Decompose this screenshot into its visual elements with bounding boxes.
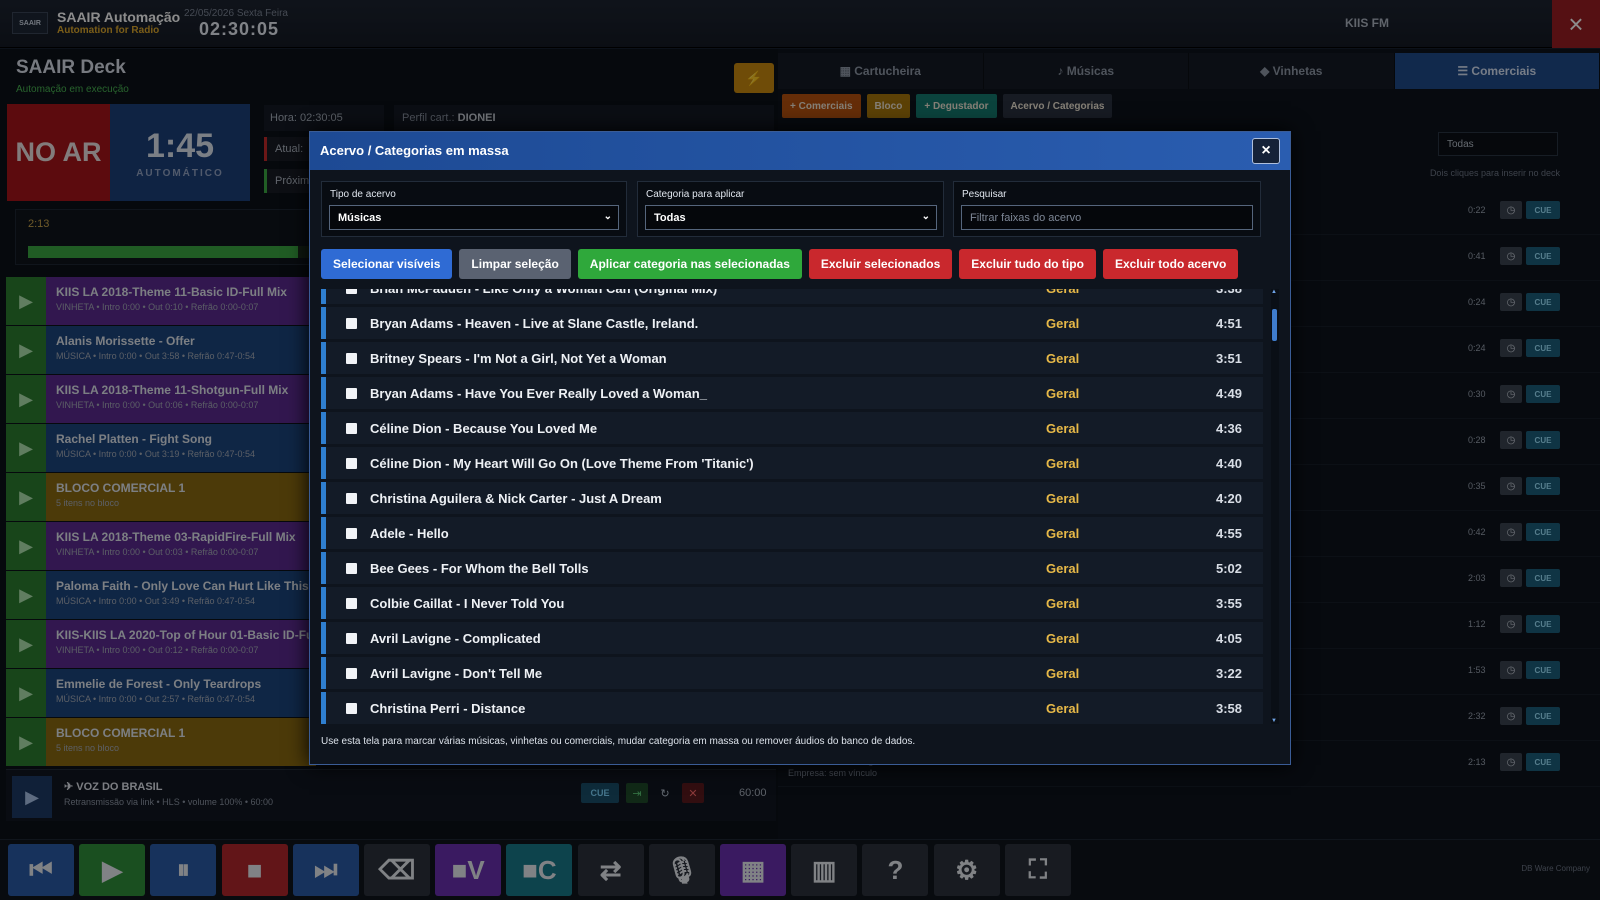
track-checkbox[interactable] [346, 668, 357, 679]
track-duration: 4:40 [1216, 456, 1243, 471]
track-checkbox[interactable] [346, 458, 357, 469]
track-row[interactable]: Bryan Adams - Heaven - Live at Slane Cas… [321, 307, 1263, 339]
track-checkbox[interactable] [346, 353, 357, 364]
track-row[interactable]: Céline Dion - Because You Loved Me Geral 4… [321, 412, 1263, 444]
track-title: Christina Aguilera & Nick Carter - Just … [370, 491, 662, 506]
scroll-down-icon[interactable]: ▼ [1271, 718, 1277, 724]
track-duration: 3:51 [1216, 351, 1243, 366]
tipo-value: Músicas [338, 212, 382, 224]
action-button[interactable]: Aplicar categoria nas selecionadas [577, 249, 802, 279]
action-button[interactable]: Excluir todo acervo [1102, 249, 1239, 279]
scroll-thumb[interactable] [1272, 309, 1277, 341]
chevron-down-icon: ⌄ [603, 211, 612, 222]
scroll-up-icon[interactable]: ▲ [1271, 289, 1277, 295]
track-title: Brian McFadden - Like Only a Woman Can (… [370, 289, 717, 296]
track-category: Geral [1046, 561, 1080, 576]
action-button[interactable]: Excluir tudo do tipo [959, 249, 1096, 279]
track-row[interactable]: Avril Lavigne - Complicated Geral 4:05 [321, 622, 1263, 654]
track-title: Céline Dion - My Heart Will Go On (Love … [370, 456, 754, 471]
track-duration: 4:36 [1216, 421, 1243, 436]
categoria-label: Categoria para aplicar [646, 189, 745, 200]
track-duration: 3:58 [1216, 701, 1243, 716]
track-checkbox[interactable] [346, 493, 357, 504]
track-category: Geral [1046, 421, 1080, 436]
track-row[interactable]: Bee Gees - For Whom the Bell Tolls Geral 5… [321, 552, 1263, 584]
track-category: Geral [1046, 631, 1080, 646]
track-category: Geral [1046, 526, 1080, 541]
tipo-label: Tipo de acervo [330, 189, 396, 200]
track-checkbox[interactable] [346, 563, 357, 574]
modal-overlay: Acervo / Categorias em massa × Tipo de a… [0, 0, 1600, 900]
track-category: Geral [1046, 666, 1080, 681]
track-title: Britney Spears - I'm Not a Girl, Not Yet… [370, 351, 667, 366]
track-title: Bee Gees - For Whom the Bell Tolls [370, 561, 589, 576]
tipo-select[interactable]: Músicas ⌄ [329, 205, 619, 230]
track-row[interactable]: Britney Spears - I'm Not a Girl, Not Yet… [321, 342, 1263, 374]
track-duration: 4:55 [1216, 526, 1243, 541]
track-row[interactable]: Bryan Adams - Have You Ever Really Loved… [321, 377, 1263, 409]
bulk-category-modal: Acervo / Categorias em massa × Tipo de a… [309, 131, 1291, 765]
search-label: Pesquisar [962, 189, 1007, 200]
track-category: Geral [1046, 351, 1080, 366]
track-title: Céline Dion - Because You Loved Me [370, 421, 598, 436]
track-category: Geral [1046, 386, 1080, 401]
action-button[interactable]: Limpar seleção [459, 249, 571, 279]
track-row[interactable]: Adele - Hello Geral 4:55 [321, 517, 1263, 549]
categoria-value: Todas [654, 212, 686, 224]
track-row[interactable]: Christina Aguilera & Nick Carter - Just … [321, 482, 1263, 514]
track-checkbox[interactable] [346, 423, 357, 434]
categoria-field: Categoria para aplicar Todas ⌄ [637, 181, 944, 237]
track-duration: 3:38 [1216, 289, 1242, 296]
track-duration: 4:20 [1216, 491, 1243, 506]
modal-header: Acervo / Categorias em massa × [310, 132, 1290, 170]
tipo-field: Tipo de acervo Músicas ⌄ [321, 181, 627, 237]
track-checkbox[interactable] [346, 528, 357, 539]
track-title: Adele - Hello [370, 526, 449, 541]
track-category: Geral [1046, 456, 1080, 471]
track-category: Geral [1046, 491, 1080, 506]
track-checkbox[interactable] [346, 598, 357, 609]
modal-title: Acervo / Categorias em massa [320, 143, 509, 158]
track-category: Geral [1046, 701, 1080, 716]
track-checkbox[interactable] [346, 388, 357, 399]
search-input[interactable]: Filtrar faixas do acervo [961, 205, 1253, 230]
track-checkbox[interactable] [346, 633, 357, 644]
track-duration: 4:51 [1216, 316, 1243, 331]
track-duration: 3:55 [1216, 596, 1243, 611]
track-row[interactable]: Brian McFadden - Like Only a Woman Can (… [321, 289, 1263, 304]
track-row[interactable]: Céline Dion - My Heart Will Go On (Love … [321, 447, 1263, 479]
track-title: Bryan Adams - Have You Ever Really Loved… [370, 386, 707, 401]
track-row[interactable]: Colbie Caillat - I Never Told You Geral 3:… [321, 587, 1263, 619]
action-button[interactable]: Selecionar visíveis [321, 249, 453, 279]
track-duration: 5:02 [1216, 561, 1243, 576]
modal-close-button[interactable]: × [1252, 138, 1280, 164]
track-title: Christina Perri - Distance [370, 701, 526, 716]
track-title: Avril Lavigne - Complicated [370, 631, 541, 646]
track-title: Avril Lavigne - Don't Tell Me [370, 666, 543, 681]
track-duration: 3:22 [1216, 666, 1243, 681]
track-category: Geral [1046, 316, 1080, 331]
track-row[interactable]: Avril Lavigne - Don't Tell Me Geral 3:22 [321, 657, 1263, 689]
chevron-down-icon: ⌄ [921, 211, 930, 222]
action-button[interactable]: Excluir selecionados [808, 249, 953, 279]
track-category: Geral [1046, 596, 1080, 611]
search-field: Pesquisar Filtrar faixas do acervo [953, 181, 1261, 237]
categoria-select[interactable]: Todas ⌄ [645, 205, 937, 230]
track-row[interactable]: Christina Perri - Distance Geral 3:58 [321, 692, 1263, 724]
track-list-scrollbar[interactable]: ▲ ▼ [1271, 289, 1279, 724]
track-title: Bryan Adams - Heaven - Live at Slane Cas… [370, 316, 699, 331]
track-list: Brian McFadden - Like Only a Woman Can (… [321, 289, 1267, 724]
track-duration: 4:05 [1216, 631, 1243, 646]
track-checkbox[interactable] [346, 318, 357, 329]
track-category: Geral [1046, 289, 1079, 296]
track-checkbox[interactable] [346, 289, 357, 294]
modal-footer-note: Use esta tela para marcar várias músicas… [321, 736, 916, 747]
track-checkbox[interactable] [346, 703, 357, 714]
track-duration: 4:49 [1216, 386, 1243, 401]
modal-actions: Selecionar visíveis Limpar seleção Aplicar… [321, 249, 1239, 279]
track-title: Colbie Caillat - I Never Told You [370, 596, 565, 611]
